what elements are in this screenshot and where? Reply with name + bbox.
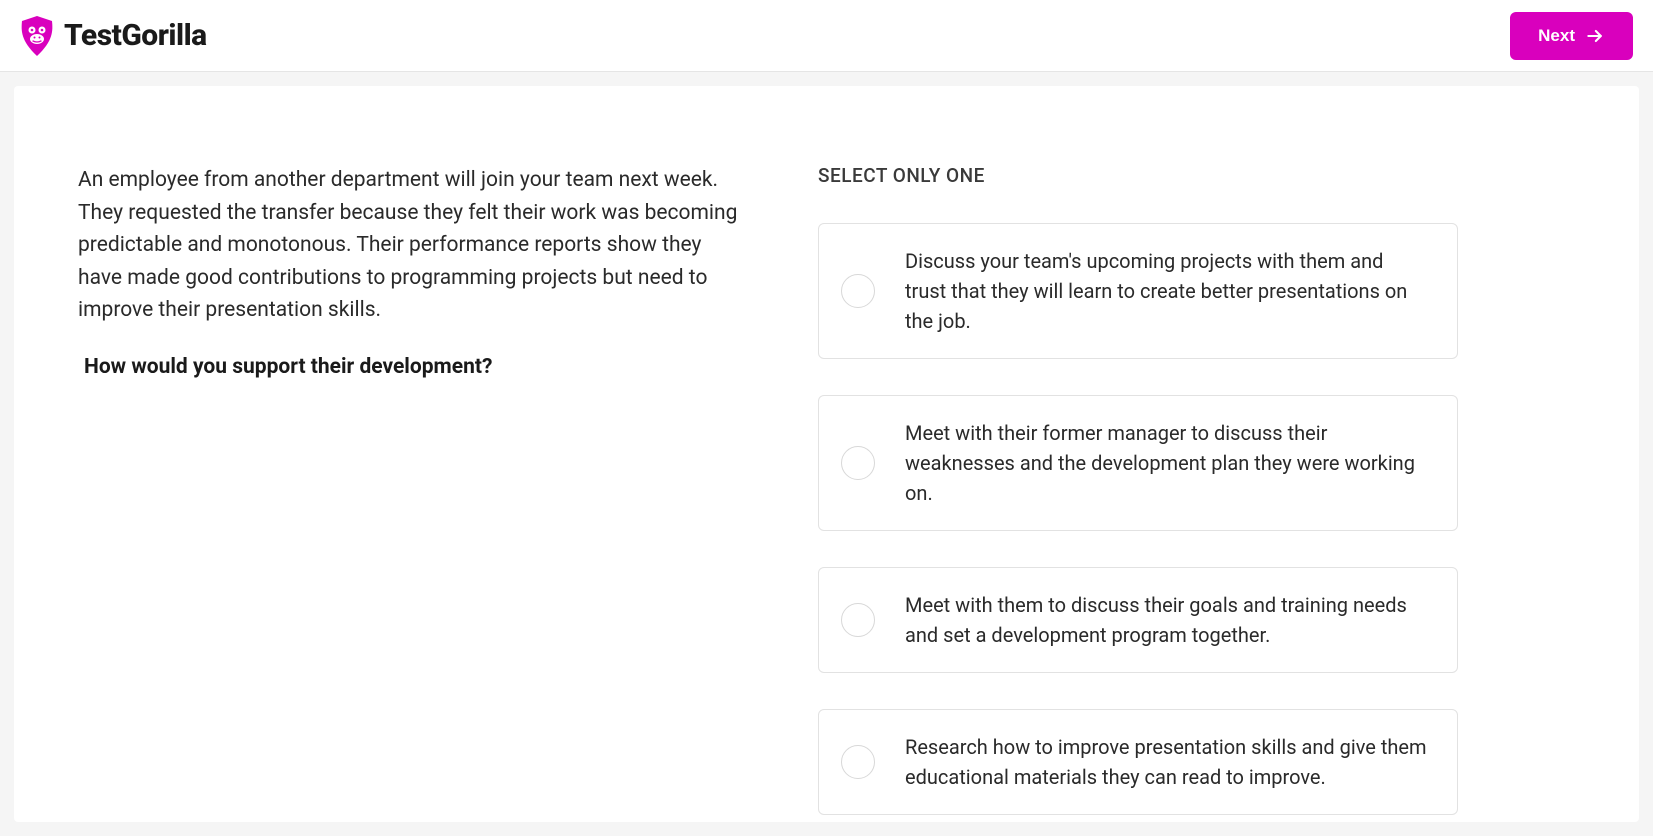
brand-name: TestGorilla (64, 18, 207, 53)
scenario-text: An employee from another department will… (78, 164, 738, 327)
header-bar: TestGorilla Next (0, 0, 1653, 72)
radio-icon (841, 274, 875, 308)
option-text: Meet with them to discuss their goals an… (905, 590, 1429, 650)
answer-panel: SELECT ONLY ONE Discuss your team's upco… (818, 164, 1458, 782)
option-text: Meet with their former manager to discus… (905, 418, 1429, 508)
question-panel: An employee from another department will… (78, 164, 738, 782)
options-list: Discuss your team's upcoming projects wi… (818, 223, 1458, 815)
next-button-label: Next (1538, 26, 1575, 46)
arrow-right-icon (1585, 26, 1605, 46)
option-2[interactable]: Meet with their former manager to discus… (818, 395, 1458, 531)
option-1[interactable]: Discuss your team's upcoming projects wi… (818, 223, 1458, 359)
option-text: Research how to improve presentation ski… (905, 732, 1429, 792)
radio-icon (841, 745, 875, 779)
radio-icon (841, 446, 875, 480)
question-card: An employee from another department will… (14, 86, 1639, 822)
selection-instruction: SELECT ONLY ONE (818, 164, 1458, 187)
option-text: Discuss your team's upcoming projects wi… (905, 246, 1429, 336)
option-3[interactable]: Meet with them to discuss their goals an… (818, 567, 1458, 673)
option-4[interactable]: Research how to improve presentation ski… (818, 709, 1458, 815)
next-button[interactable]: Next (1510, 12, 1633, 60)
brand-logo: TestGorilla (20, 16, 207, 56)
radio-icon (841, 603, 875, 637)
question-prompt: How would you support their development? (84, 351, 738, 384)
gorilla-shield-icon (20, 16, 54, 56)
